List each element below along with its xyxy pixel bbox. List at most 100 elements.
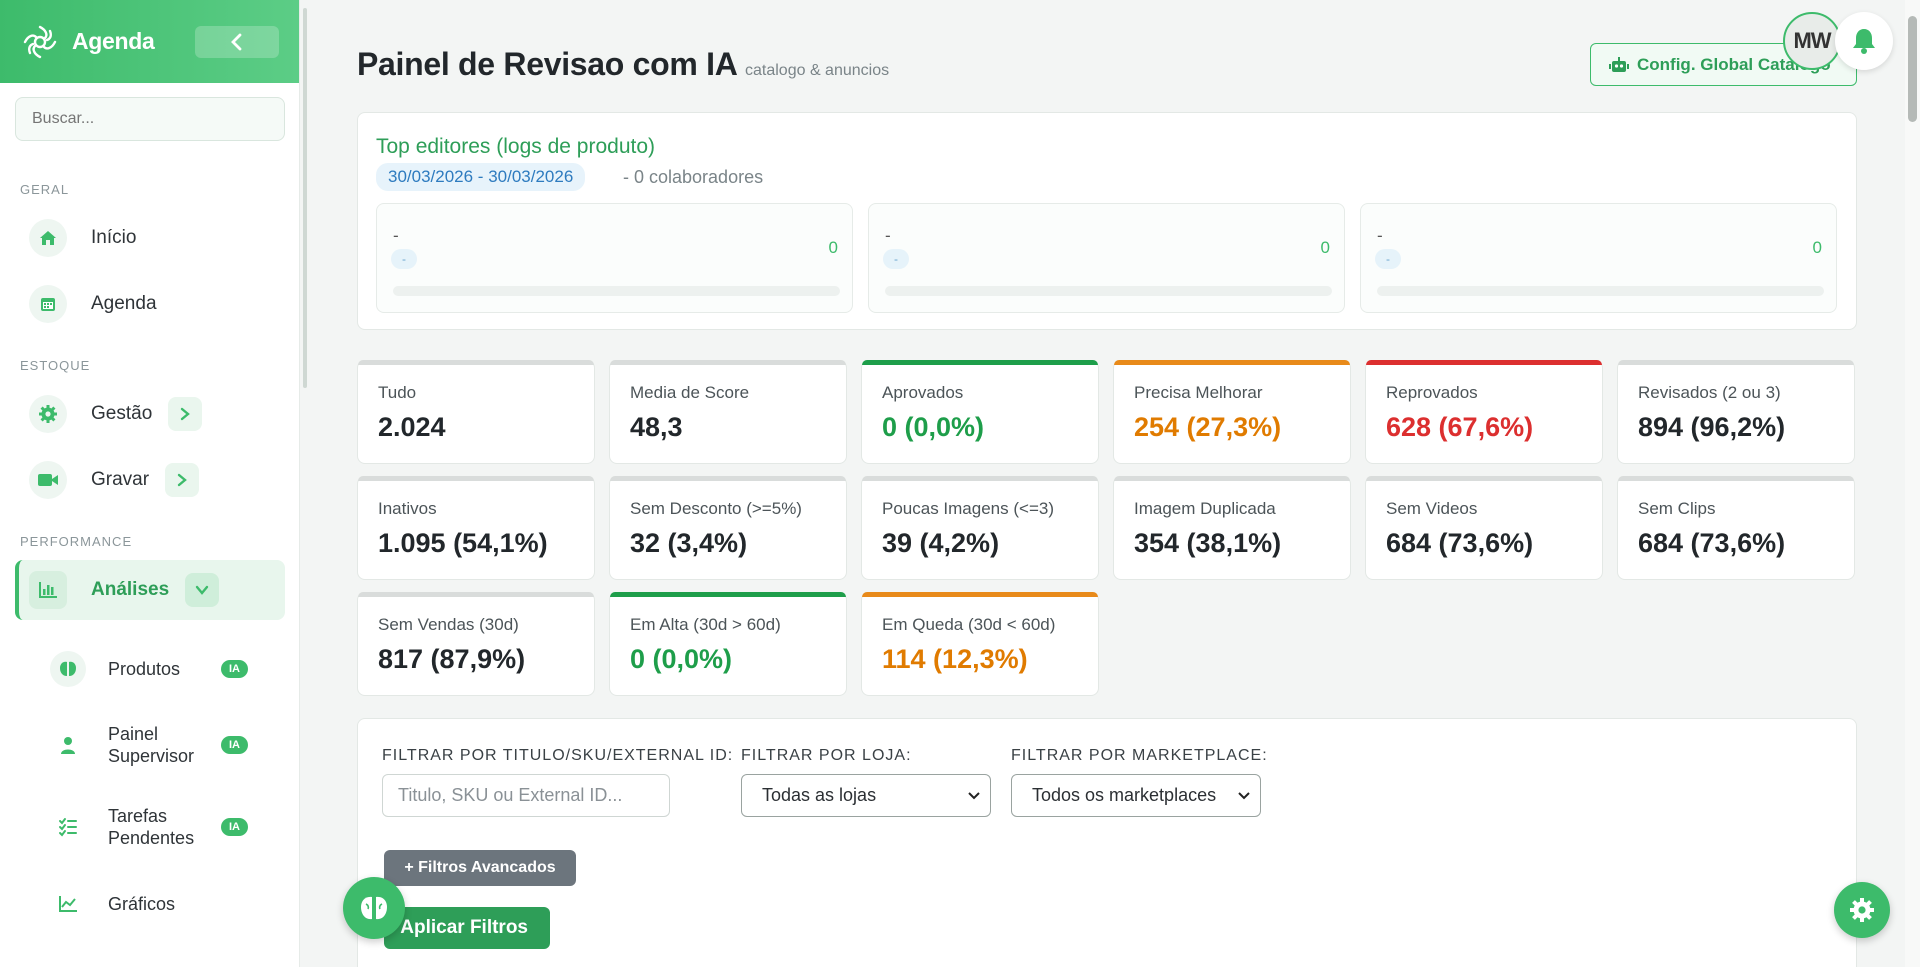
settings-fab[interactable]	[1834, 882, 1890, 938]
gear-icon	[29, 395, 67, 433]
stat-card-em-alta[interactable]: Em Alta (30d > 60d) 0 (0,0%)	[609, 592, 847, 696]
editor-name: -	[393, 226, 399, 245]
stat-value: 817 (87,9%)	[378, 644, 526, 674]
chevron-right-icon[interactable]	[165, 463, 200, 497]
sidebar-subitem-produtos[interactable]: Produtos IA	[50, 640, 280, 698]
stat-value: 48,3	[630, 412, 683, 442]
stat-card-revisados[interactable]: Revisados (2 ou 3) 894 (96,2%)	[1617, 360, 1855, 464]
sidebar-item-label: Início	[91, 227, 137, 248]
stat-top-bar	[358, 592, 594, 597]
advanced-filters-button[interactable]: + Filtros Avancados	[384, 850, 576, 886]
filter-title-input[interactable]: Titulo, SKU ou External ID...	[382, 774, 670, 817]
filters-panel: FILTRAR POR TITULO/SKU/EXTERNAL ID: Titu…	[357, 718, 1857, 967]
stat-label: Reprovados	[1386, 383, 1478, 402]
stat-value: 32 (3,4%)	[630, 528, 748, 558]
stat-label: Aprovados	[882, 383, 964, 402]
sidebar-item-label: Tarefas Pendentes	[108, 806, 195, 848]
sidebar-search-input[interactable]	[15, 97, 285, 141]
sidebar: Agenda GERAL Início Agenda ESTOQUE Gestã…	[0, 0, 300, 967]
stat-top-bar	[1366, 360, 1602, 365]
home-icon	[29, 219, 67, 257]
sidebar-item-label: Agenda	[91, 293, 157, 314]
main-scrollbar-thumb[interactable]	[1908, 16, 1917, 122]
stat-card-imagem-duplicada[interactable]: Imagem Duplicada 354 (38,1%)	[1113, 476, 1351, 580]
stat-card-reprovados[interactable]: Reprovados 628 (67,6%)	[1365, 360, 1603, 464]
sidebar-subitem-painel-supervisor[interactable]: Painel Supervisor IA	[50, 716, 280, 774]
stat-top-bar	[610, 476, 846, 481]
swirl-logo-icon	[20, 22, 60, 62]
stat-top-bar	[610, 360, 846, 365]
filter-store-select[interactable]: Todas as lojas	[741, 774, 991, 817]
chart-bar-icon	[29, 571, 67, 609]
sidebar-subitem-graficos[interactable]: Gráficos	[50, 875, 280, 933]
editor-value: 0	[1812, 238, 1822, 257]
tasks-icon	[50, 809, 86, 845]
stat-top-bar	[1366, 476, 1602, 481]
apply-filters-button[interactable]: Aplicar Filtros	[384, 907, 550, 949]
stat-value: 39 (4,2%)	[882, 528, 1000, 558]
stat-top-bar	[862, 360, 1098, 365]
stat-card-media-score[interactable]: Media de Score 48,3	[609, 360, 847, 464]
avatar[interactable]: MW	[1783, 12, 1841, 70]
stat-card-sem-desconto[interactable]: Sem Desconto (>=5%) 32 (3,4%)	[609, 476, 847, 580]
sidebar-item-label: Análises	[91, 579, 170, 600]
line-chart-icon	[50, 886, 86, 922]
stat-value: 1.095 (54,1%)	[378, 528, 548, 558]
robot-icon	[1609, 56, 1629, 72]
stat-label: Sem Videos	[1386, 499, 1478, 518]
stat-label: Inativos	[378, 499, 437, 518]
sidebar-item-agenda[interactable]: Agenda	[15, 275, 285, 333]
sidebar-item-inicio[interactable]: Início	[15, 209, 285, 267]
stat-card-sem-vendas[interactable]: Sem Vendas (30d) 817 (87,9%)	[357, 592, 595, 696]
editor-pill: -	[391, 249, 417, 269]
stat-card-aprovados[interactable]: Aprovados 0 (0,0%)	[861, 360, 1099, 464]
collapse-sidebar-button[interactable]	[195, 25, 279, 58]
stat-card-tudo[interactable]: Tudo 2.024	[357, 360, 595, 464]
brain-icon	[361, 896, 387, 920]
stat-top-bar	[862, 476, 1098, 481]
section-performance: PERFORMANCE	[20, 534, 133, 549]
gear-icon	[1850, 898, 1874, 922]
notifications-button[interactable]	[1835, 12, 1893, 70]
stat-label: Poucas Imagens (<=3)	[882, 499, 1054, 518]
page-title: Painel de Revisao com IA	[357, 46, 738, 82]
sidebar-scrollbar[interactable]	[303, 8, 307, 388]
stat-card-em-queda[interactable]: Em Queda (30d < 60d) 114 (12,3%)	[861, 592, 1099, 696]
editor-name: -	[885, 226, 891, 245]
stat-value: 894 (96,2%)	[1638, 412, 1786, 442]
date-range-badge[interactable]: 30/03/2026 - 30/03/2026	[376, 163, 586, 191]
ai-assistant-fab[interactable]	[343, 877, 405, 939]
sidebar-item-gravar[interactable]: Gravar	[15, 451, 285, 509]
sidebar-item-analises[interactable]: Análises	[15, 560, 285, 620]
stat-value: 354 (38,1%)	[1134, 528, 1282, 558]
stat-label: Sem Desconto (>=5%)	[630, 499, 802, 518]
editor-progress-bar	[885, 286, 1332, 296]
stat-top-bar	[358, 360, 594, 365]
calendar-icon	[29, 285, 67, 323]
stat-card-poucas-imagens[interactable]: Poucas Imagens (<=3) 39 (4,2%)	[861, 476, 1099, 580]
stat-label: Precisa Melhorar	[1134, 383, 1263, 402]
stat-top-bar	[358, 476, 594, 481]
main-scrollbar[interactable]	[1905, 0, 1920, 967]
filter-marketplace-select[interactable]: Todos os marketplaces	[1011, 774, 1261, 817]
sidebar-item-gestao[interactable]: Gestão	[15, 385, 285, 443]
filter-store-label: FILTRAR POR LOJA:	[741, 747, 912, 764]
video-icon	[29, 461, 67, 499]
stat-value: 628 (67,6%)	[1386, 412, 1534, 442]
chevron-down-icon[interactable]	[185, 573, 220, 607]
sidebar-subitem-tarefas-pendentes[interactable]: Tarefas Pendentes IA	[50, 798, 280, 856]
filter-marketplace-label: FILTRAR POR MARKETPLACE:	[1011, 747, 1268, 764]
ia-badge: IA	[221, 736, 248, 754]
stat-label: Sem Clips	[1638, 499, 1716, 518]
page-subtitle: catalogo & anuncios	[745, 62, 890, 79]
chevron-left-icon	[231, 33, 242, 50]
editor-box: - - 0	[868, 203, 1345, 313]
filter-marketplace-value: Todos os marketplaces	[1032, 785, 1217, 805]
chevron-down-icon	[968, 791, 980, 799]
sidebar-item-label: Gráficos	[108, 894, 176, 914]
chevron-right-icon[interactable]	[168, 397, 203, 431]
stat-card-precisa-melhorar[interactable]: Precisa Melhorar 254 (27,3%)	[1113, 360, 1351, 464]
stat-card-inativos[interactable]: Inativos 1.095 (54,1%)	[357, 476, 595, 580]
stat-card-sem-clips[interactable]: Sem Clips 684 (73,6%)	[1617, 476, 1855, 580]
stat-card-sem-videos[interactable]: Sem Videos 684 (73,6%)	[1365, 476, 1603, 580]
